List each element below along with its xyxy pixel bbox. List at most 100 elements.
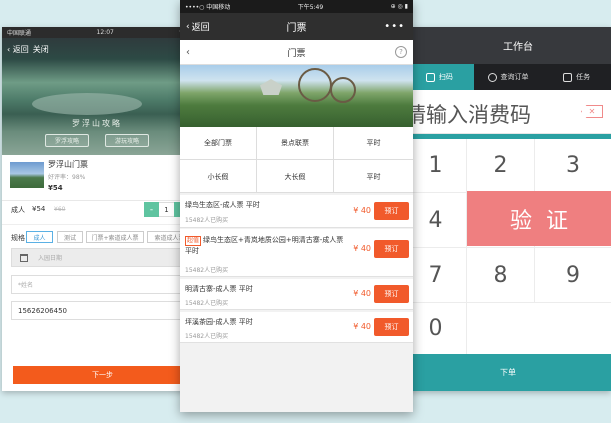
lake-shape	[32, 93, 142, 115]
verify-button[interactable]: 验证	[467, 191, 611, 246]
product-thumbnail	[10, 162, 44, 188]
divider	[2, 224, 192, 225]
waterwheel-shape	[330, 77, 356, 103]
carrier-label: ••••○ 中国移动	[185, 4, 231, 11]
help-icon[interactable]: ?	[395, 46, 407, 58]
quantity-value[interactable]: 1	[159, 202, 174, 217]
ticket-price: ¥ 40	[353, 322, 371, 331]
tab-tasks[interactable]: 任务	[542, 64, 611, 90]
ticket-name: 坪溪茶园-成人票 平时	[185, 318, 253, 326]
carrier-label: 中国联通	[7, 30, 32, 37]
key-2[interactable]: 2	[467, 139, 535, 193]
key-0[interactable]: 0	[405, 303, 467, 354]
next-button[interactable]: 下一步	[13, 366, 192, 384]
pavilion-shape	[260, 79, 282, 95]
tab-bar: 扫码 查询订单 任务	[405, 64, 611, 90]
back-button[interactable]: ‹ 返回	[186, 20, 210, 34]
spec-tag-adult[interactable]: 成人	[26, 231, 53, 243]
close-button[interactable]: 关闭	[33, 44, 49, 55]
ticket-price: ¥ 40	[353, 244, 371, 253]
ticket-name: 明清古寨-成人票 平时	[185, 285, 253, 293]
status-bar: ••••○ 中国移动 下午5:49 ⊕ ◎ ▮	[180, 0, 413, 13]
key-3[interactable]: 3	[535, 139, 611, 193]
ticket-name: 绿鸟生态区-成人票 平时	[185, 201, 260, 209]
quantity-minus-button[interactable]: -	[144, 202, 159, 217]
tab-scan[interactable]: 扫码	[405, 64, 474, 90]
quantity-price: ¥54	[32, 205, 46, 213]
filter-weekday-2[interactable]: 平时	[334, 160, 413, 193]
phone-field[interactable]: 15626206450	[11, 301, 192, 320]
date-placeholder: 入园日期	[38, 255, 63, 262]
product-price: ¥54	[48, 184, 63, 192]
book-button[interactable]: 预订	[374, 202, 409, 220]
tab-tasks-label: 任务	[576, 73, 591, 81]
clear-icon[interactable]: ✕	[581, 105, 603, 118]
key-1[interactable]: 1	[405, 139, 467, 193]
key-7[interactable]: 7	[405, 248, 467, 303]
quantity-label: 成人	[11, 206, 25, 214]
product-name: 罗浮山门票	[48, 160, 88, 169]
nav-bar: ‹ 返回 门票 •••	[180, 13, 413, 40]
book-button[interactable]: 预订	[374, 285, 409, 303]
list-item: 超值 绿鸟生态区+青岚地质公园+明清古寨-成人票 平时 15482人已购买 ¥ 4…	[180, 229, 413, 277]
ticket-price: ¥ 40	[353, 289, 371, 298]
spec-tag-test[interactable]: 测试	[57, 231, 83, 243]
filter-grid: 全部门票 景点联票 平时 小长假 大长假 平时	[180, 127, 413, 193]
list-item: 明清古寨-成人票 平时 15482人已购买 ¥ 40 预订	[180, 279, 413, 310]
nav-bar: ‹ 返回 关闭	[2, 38, 192, 60]
back-label: 返回	[12, 44, 29, 54]
ticket-name-text: 绿鸟生态区+青岚地质公园+明清古寨-成人票 平时	[185, 236, 344, 255]
ticket-sold: 15482人已购买	[185, 217, 229, 224]
spec-tag-combo[interactable]: 门票+索道成人票	[86, 231, 144, 243]
filter-long-holiday[interactable]: 大长假	[257, 160, 334, 193]
filter-combo-tickets[interactable]: 景点联票	[257, 127, 334, 160]
book-button[interactable]: 预订	[374, 318, 409, 336]
book-icon	[563, 72, 573, 82]
guide-button-left[interactable]: 罗浮攻略	[45, 134, 89, 147]
key-4[interactable]: 4	[405, 193, 467, 248]
name-field[interactable]: *姓名	[11, 275, 192, 294]
product-rating: 好评率：98%	[48, 174, 86, 181]
tab-orders-label: 查询订单	[500, 73, 529, 81]
key-9[interactable]: 9	[535, 248, 611, 303]
filter-all-tickets[interactable]: 全部门票	[180, 127, 257, 160]
sub-back-button[interactable]: ‹	[186, 47, 190, 58]
sub-title: 门票	[287, 48, 306, 59]
submit-order-button[interactable]: 下单	[405, 354, 611, 391]
value-badge: 超值	[185, 236, 202, 246]
ticket-sold: 15482人已购买	[185, 300, 229, 307]
quantity-old-price: ¥60	[54, 206, 66, 213]
tab-orders[interactable]: 查询订单	[474, 64, 543, 90]
ticket-price: ¥ 40	[353, 206, 371, 215]
filter-short-holiday[interactable]: 小长假	[180, 160, 257, 193]
code-placeholder: 请输入消费码	[405, 103, 531, 127]
date-field[interactable]: 入园日期	[11, 248, 192, 267]
center-phone-screen: ••••○ 中国移动 下午5:49 ⊕ ◎ ▮ ‹ 返回 门票 ••• ‹ 门票…	[180, 0, 413, 412]
code-input[interactable]: 请输入消费码 ✕	[405, 90, 611, 134]
ticket-sold: 15482人已购买	[185, 333, 229, 340]
workbench-title: 工作台	[405, 27, 611, 64]
ticket-sold: 15482人已购买	[185, 267, 229, 274]
hero-image	[180, 65, 413, 127]
time-label: 下午5:49	[297, 4, 324, 11]
spec-label: 规格	[11, 234, 25, 242]
tag-icon	[487, 72, 497, 82]
more-icon[interactable]: •••	[384, 21, 405, 32]
battery-label: ⊕ ◎ ▮	[390, 3, 408, 10]
hero-title: 罗浮山攻略	[72, 119, 122, 128]
spec-row: 规格 成人 测试 门票+索道成人票 索道成人票	[2, 230, 192, 246]
product-info: 罗浮山门票 好评率：98% ¥54	[2, 155, 192, 201]
chevron-left-icon: ‹	[186, 21, 190, 32]
status-bar: 中国联通 12:07 94	[2, 27, 192, 38]
guide-button-right[interactable]: 游玩攻略	[105, 134, 149, 147]
back-label: 返回	[191, 23, 210, 33]
key-8[interactable]: 8	[467, 248, 535, 303]
filter-weekday[interactable]: 平时	[334, 127, 413, 160]
back-button[interactable]: ‹ 返回	[7, 44, 29, 55]
book-button[interactable]: 预订	[374, 240, 409, 258]
right-phone-screen: 工作台 扫码 查询订单 任务 请输入消费码 ✕ 1 2 3 4 5 6 7 8 …	[405, 27, 611, 391]
calendar-icon	[20, 254, 28, 262]
sub-header: ‹ 门票 ?	[180, 40, 413, 65]
scan-icon	[425, 72, 435, 82]
ticket-name: 超值 绿鸟生态区+青岚地质公园+明清古寨-成人票 平时	[185, 235, 345, 257]
